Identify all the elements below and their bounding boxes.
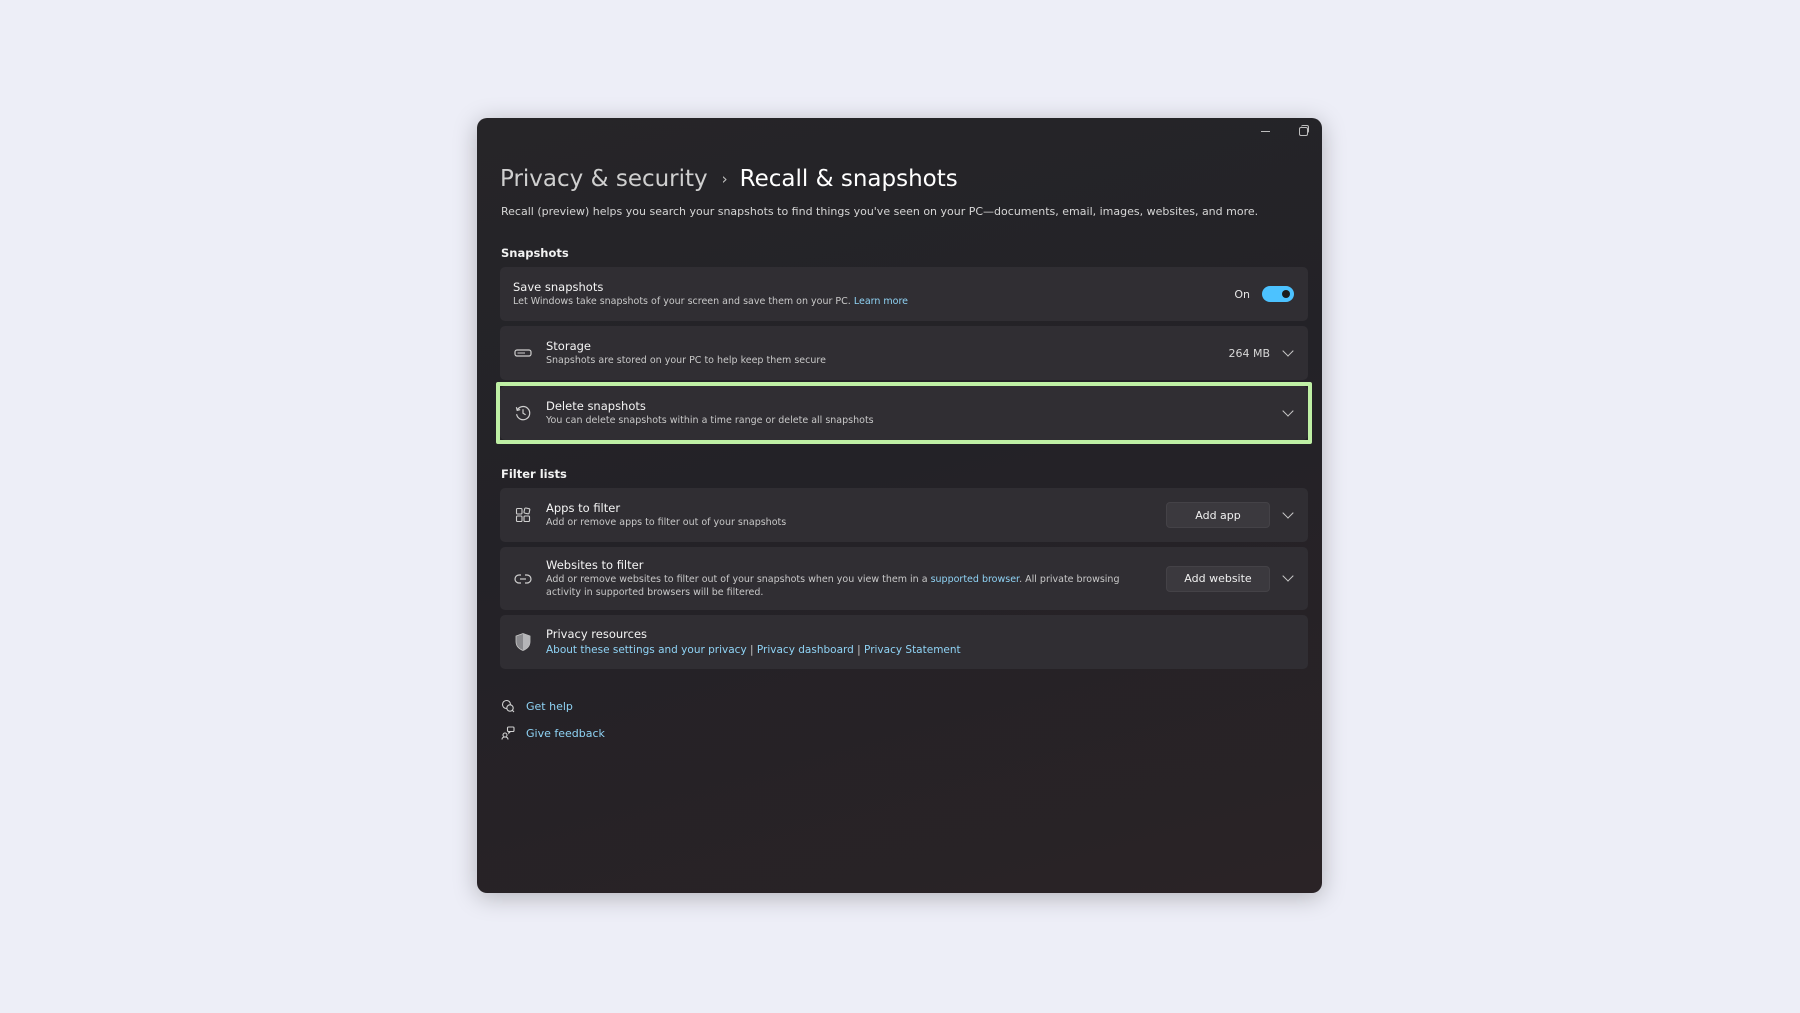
footer-links: Get help Give feedback (501, 697, 1310, 742)
section-title-filter-lists: Filter lists (501, 467, 567, 481)
apps-to-filter-title: Apps to filter (546, 501, 621, 515)
websites-to-filter-controls: Add website (1166, 565, 1294, 592)
storage-card[interactable]: Storage Snapshots are stored on your PC … (500, 326, 1308, 380)
save-snapshots-subtitle: Let Windows take snapshots of your scree… (513, 295, 1234, 308)
restore-icon (1298, 124, 1309, 136)
page-description: Recall (preview) helps you search your s… (501, 205, 1259, 218)
privacy-statement-link[interactable]: Privacy Statement (864, 644, 961, 656)
apps-grid-icon (512, 504, 534, 526)
privacy-resources-title: Privacy resources (546, 627, 648, 641)
apps-to-filter-subtitle: Add or remove apps to filter out of your… (546, 517, 787, 528)
give-feedback-link[interactable]: Give feedback (501, 724, 1310, 742)
supported-browser-link[interactable]: supported browser (931, 574, 1020, 585)
websites-to-filter-text: Websites to filter Add or remove website… (546, 558, 1126, 599)
learn-more-link[interactable]: Learn more (854, 296, 908, 307)
breadcrumb-separator-icon: › (721, 170, 728, 188)
websites-to-filter-title: Websites to filter (546, 558, 644, 572)
minimize-button[interactable] (1246, 118, 1284, 144)
storage-title: Storage (546, 339, 591, 353)
toggle-state-label: On (1234, 287, 1250, 301)
save-snapshots-controls: On (1234, 286, 1294, 302)
privacy-resources-text: Privacy resources About these settings a… (546, 627, 1308, 657)
minimize-icon (1260, 130, 1270, 132)
delete-snapshots-subtitle: You can delete snapshots within a time r… (546, 415, 874, 426)
delete-snapshots-text: Delete snapshots You can delete snapshot… (546, 399, 1282, 427)
add-app-button[interactable]: Add app (1166, 502, 1270, 528)
save-snapshots-toggle[interactable] (1262, 286, 1294, 302)
link-separator: | (750, 644, 754, 656)
give-feedback-label: Give feedback (526, 726, 605, 740)
link-icon (512, 568, 534, 590)
websites-to-filter-card[interactable]: Websites to filter Add or remove website… (500, 547, 1308, 610)
save-snapshots-text: Save snapshots Let Windows take snapshot… (513, 280, 1234, 308)
link-separator: | (857, 644, 861, 656)
apps-to-filter-text: Apps to filter Add or remove apps to fil… (546, 501, 1166, 529)
websites-to-filter-subtitle: Add or remove websites to filter out of … (546, 573, 1126, 599)
websites-subtitle-before: Add or remove websites to filter out of … (546, 574, 928, 585)
breadcrumb: Privacy & security › Recall & snapshots (500, 162, 1310, 196)
storage-subtitle: Snapshots are stored on your PC to help … (546, 355, 826, 366)
feedback-icon (501, 726, 515, 740)
add-website-button[interactable]: Add website (1166, 565, 1270, 592)
page-title: Recall & snapshots (739, 166, 958, 192)
restore-button[interactable] (1284, 118, 1322, 144)
delete-snapshots-controls (1282, 404, 1294, 417)
save-snapshots-card: Save snapshots Let Windows take snapshot… (500, 267, 1308, 321)
storage-drive-icon (512, 342, 534, 364)
get-help-link[interactable]: Get help (501, 697, 1310, 715)
get-help-label: Get help (526, 699, 573, 713)
history-icon (512, 402, 534, 424)
storage-controls: 264 MB (1228, 344, 1294, 360)
save-snapshots-title: Save snapshots (513, 280, 604, 294)
delete-snapshots-title: Delete snapshots (546, 399, 646, 413)
apps-to-filter-controls: Add app (1166, 502, 1294, 528)
save-snapshots-description: Let Windows take snapshots of your scree… (513, 296, 851, 307)
chevron-down-icon[interactable] (1282, 570, 1294, 582)
page-content: Privacy & security › Recall & snapshots … (496, 162, 1312, 751)
storage-size: 264 MB (1228, 346, 1270, 360)
privacy-resources-card: Privacy resources About these settings a… (500, 615, 1308, 669)
apps-to-filter-card[interactable]: Apps to filter Add or remove apps to fil… (500, 488, 1308, 542)
delete-snapshots-card[interactable]: Delete snapshots You can delete snapshot… (496, 382, 1312, 444)
section-title-snapshots: Snapshots (501, 246, 569, 260)
help-icon (501, 699, 515, 713)
storage-text: Storage Snapshots are stored on your PC … (546, 339, 1228, 367)
about-settings-link[interactable]: About these settings and your privacy (546, 644, 747, 656)
chevron-down-icon[interactable] (1282, 506, 1294, 519)
privacy-dashboard-link[interactable]: Privacy dashboard (757, 644, 854, 656)
chevron-down-icon[interactable] (1282, 344, 1294, 357)
breadcrumb-parent[interactable]: Privacy & security (500, 166, 708, 192)
toggle-knob (1282, 290, 1290, 298)
window-controls (1246, 118, 1322, 144)
shield-icon (512, 631, 534, 653)
privacy-links: About these settings and your privacy | … (546, 644, 1308, 657)
chevron-down-icon[interactable] (1282, 404, 1294, 417)
settings-window: Privacy & security › Recall & snapshots … (477, 118, 1322, 893)
